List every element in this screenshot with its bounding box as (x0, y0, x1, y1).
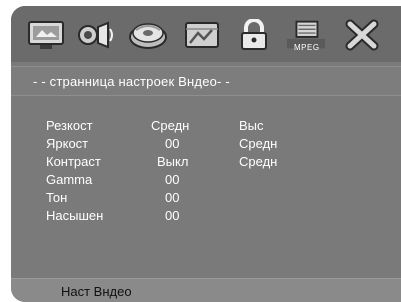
page-title-bar: - - странница настроек Вндео- - (11, 66, 401, 96)
setting-value[interactable]: 00 (165, 190, 179, 206)
mpeg4-setup-icon[interactable]: MPEG (285, 18, 327, 52)
setting-value[interactable]: Выкл (157, 154, 188, 170)
setting-row-hue[interactable]: Тон 00 (11, 190, 401, 206)
setting-label: Gamma (46, 172, 93, 187)
setting-row-brightness[interactable]: Яркост 00 Средн (11, 136, 401, 152)
preference-setup-icon[interactable] (181, 18, 223, 52)
setting-option[interactable]: Выс (239, 118, 264, 134)
setting-value[interactable]: Средн (151, 118, 189, 134)
audio-setup-icon[interactable] (75, 18, 117, 52)
setting-label: Тон (46, 190, 68, 205)
setting-row-sharpness[interactable]: Резкост Средн Выс (11, 118, 401, 134)
settings-list: Резкост Средн Выс Яркост 00 Средн Контра… (11, 98, 401, 274)
setting-label: Резкост (46, 118, 93, 133)
status-footer: Наст Вндео (11, 278, 401, 302)
footer-label: Наст Вндео (61, 284, 132, 299)
page-title: - - странница настроек Вндео- - (33, 73, 230, 89)
setup-toolbar: MPEG (11, 6, 401, 62)
setting-option[interactable]: Средн (239, 154, 277, 170)
osd-screen: MPEG - - странница настроек Вндео- - Рез… (11, 6, 401, 302)
general-setup-icon[interactable] (25, 18, 67, 52)
setting-row-saturation[interactable]: Насышен 00 (11, 208, 401, 224)
video-setup-icon[interactable] (127, 18, 169, 52)
setting-value[interactable]: 00 (165, 208, 179, 224)
setting-row-contrast[interactable]: Контраст Выкл Средн (11, 154, 401, 170)
setting-value[interactable]: 00 (165, 172, 179, 188)
exit-icon[interactable] (341, 18, 383, 52)
setting-option[interactable]: Средн (239, 136, 277, 152)
setting-row-gamma[interactable]: Gamma 00 (11, 172, 401, 188)
setting-value[interactable]: 00 (165, 136, 179, 152)
mpeg4-icon-label: MPEG (294, 43, 320, 52)
setting-label: Контраст (46, 154, 101, 169)
password-lock-icon[interactable] (233, 18, 275, 52)
setting-label: Насышен (46, 208, 104, 223)
setting-label: Яркост (46, 136, 89, 151)
